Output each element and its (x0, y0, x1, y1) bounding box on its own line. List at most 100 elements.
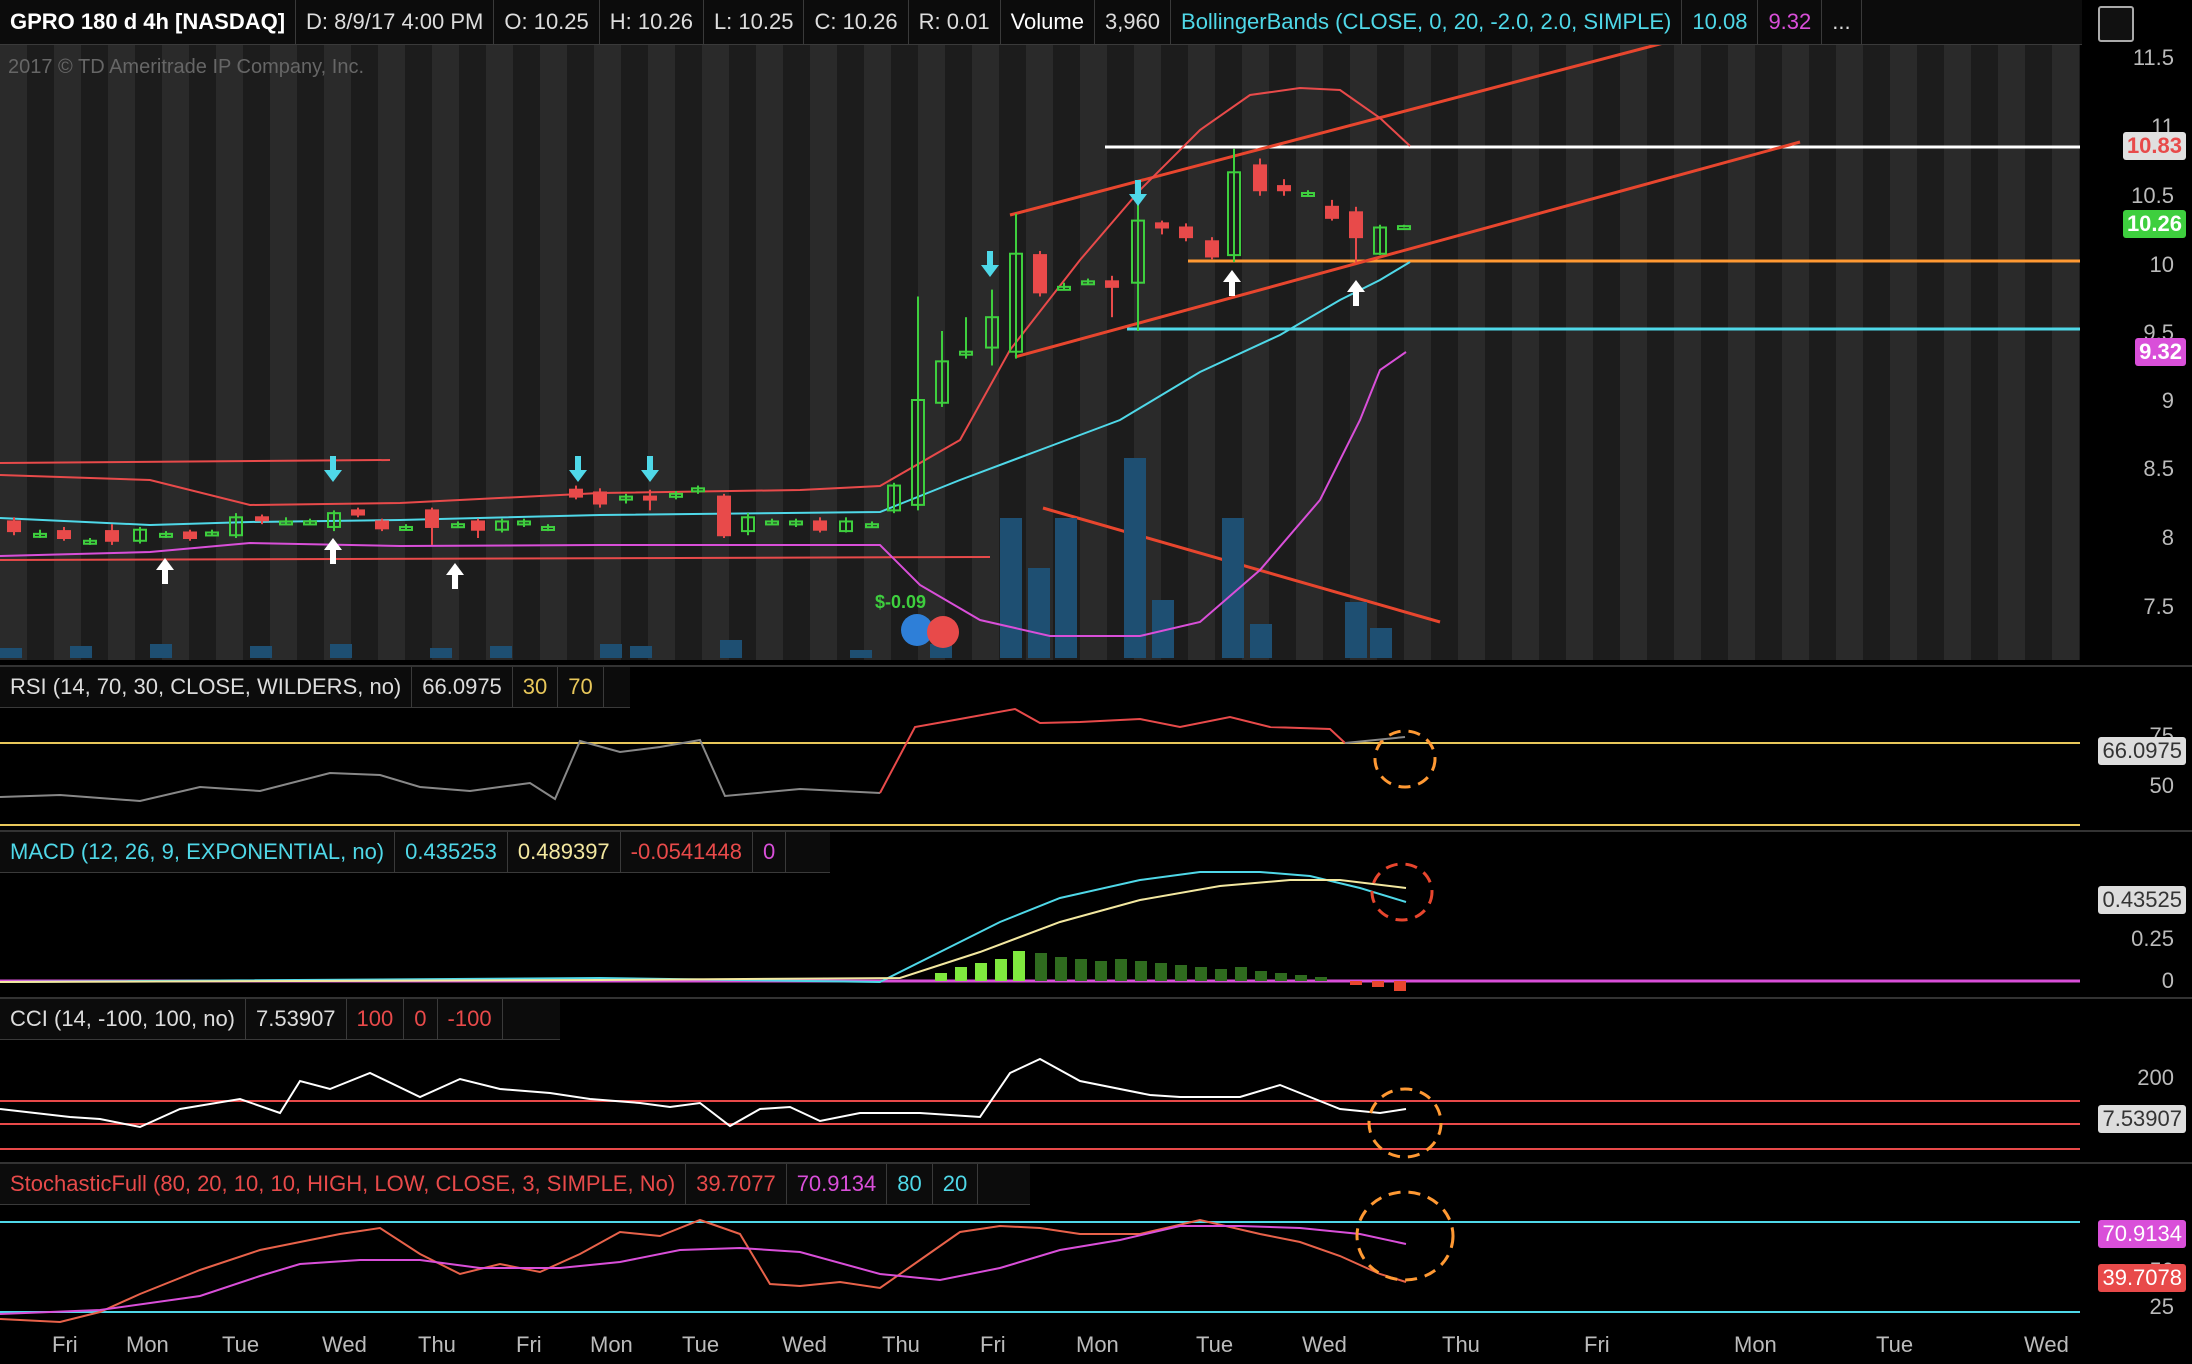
stochastic-k-tag: 39.7078 (2098, 1264, 2186, 1292)
candle-body (1253, 164, 1267, 192)
time-tick: Fri (52, 1332, 78, 1357)
macd-histogram-bar (1394, 981, 1406, 991)
low-label: L: 10.25 (704, 0, 805, 44)
close-label: C: 10.26 (804, 0, 909, 44)
session-stripe (1782, 44, 1809, 660)
time-tick: Thu (418, 1332, 456, 1357)
session-stripe (54, 44, 81, 660)
bollinger-label[interactable]: BollingerBands (CLOSE, 0, 20, -2.0, 2.0,… (1171, 0, 1683, 44)
dividend-icon (927, 616, 959, 648)
bollinger-upper-value: 10.08 (1682, 0, 1759, 44)
session-stripe (864, 44, 891, 660)
rsi-pane[interactable]: RSI (14, 70, 30, CLOSE, WILDERS, no) 66.… (0, 665, 2192, 827)
volume-bar (150, 644, 172, 658)
macd-histogram-bar (1115, 959, 1127, 981)
rsi-tick: 50 (2149, 773, 2174, 798)
volume-label[interactable]: Volume (1001, 0, 1095, 44)
candle-body (255, 516, 269, 522)
price-tick: 8 (2161, 525, 2174, 550)
symbol-title[interactable]: GPRO 180 d 4h [NASDAQ] (0, 0, 297, 44)
time-tick: Fri (516, 1332, 542, 1357)
macd-tick: 0 (2161, 968, 2174, 993)
session-stripe (1458, 44, 1485, 660)
cci-pane[interactable]: CCI (14, -100, 100, no) 7.53907 100 0 -1… (0, 997, 2192, 1159)
stochastic-tick: 25 (2149, 1294, 2174, 1319)
session-stripe (1998, 44, 2025, 660)
candle-body (1155, 222, 1169, 229)
session-stripe (918, 44, 945, 660)
time-tick: Fri (1584, 1332, 1610, 1357)
price-chart[interactable]: $-0.09 (0, 0, 2192, 660)
volume-bar (600, 644, 622, 658)
session-stripe (1836, 44, 1863, 660)
candle-body (57, 530, 71, 539)
session-stripe (972, 44, 999, 660)
time-tick: Wed (322, 1332, 367, 1357)
stochastic-axis: 50 25 70.9134 39.7078 (2082, 1164, 2192, 1330)
session-stripe (702, 44, 729, 660)
volume-bar (490, 646, 512, 658)
macd-histogram-bar (1075, 959, 1087, 981)
candle-body (425, 509, 439, 528)
cci-tick: 200 (2137, 1065, 2174, 1090)
macd-histogram-bar (1275, 973, 1287, 981)
price-tick: 10 (2149, 252, 2174, 277)
volume-bar (430, 648, 452, 658)
time-tick: Tue (222, 1332, 260, 1357)
more-studies[interactable]: ... (1822, 0, 1862, 44)
macd-histogram-bar (1350, 981, 1362, 985)
candle-body (569, 488, 583, 498)
price-axis[interactable]: 11.5 11 10.5 10 9.5 9 8.5 8 7.5 10.83 10… (2082, 0, 2192, 660)
session-stripe (540, 44, 567, 660)
session-stripe (0, 44, 27, 660)
candle-body (471, 520, 485, 531)
date-label: D: 8/9/17 4:00 PM (296, 0, 495, 44)
last-price-tag: 10.26 (2122, 210, 2186, 238)
macd-histogram-bar (1315, 977, 1327, 981)
macd-histogram-bar (1255, 971, 1267, 981)
session-stripe (1674, 44, 1701, 660)
macd-histogram-bar (1175, 965, 1187, 981)
session-stripe (1566, 44, 1593, 660)
session-stripe (1512, 44, 1539, 660)
time-tick: Mon (1076, 1332, 1119, 1357)
cci-tag: 7.53907 (2098, 1105, 2186, 1133)
rsi-tag: 66.0975 (2098, 737, 2186, 765)
volume-bar (1345, 602, 1367, 658)
time-tick: Wed (782, 1332, 827, 1357)
volume-bar (1370, 628, 1392, 658)
macd-tick: 0.25 (2131, 926, 2174, 951)
rsi-chart[interactable] (0, 667, 2080, 827)
stochastic-pane[interactable]: StochasticFull (80, 20, 10, 10, HIGH, LO… (0, 1162, 2192, 1330)
stochastic-chart[interactable] (0, 1164, 2080, 1330)
time-tick: Fri (980, 1332, 1006, 1357)
volume-bar (720, 640, 742, 658)
price-tick: 11.5 (2132, 45, 2174, 70)
session-stripe (2052, 44, 2079, 660)
session-stripe (324, 44, 351, 660)
time-tick: Wed (1302, 1332, 1347, 1357)
volume-bar (1028, 568, 1050, 658)
macd-histogram-bar (1055, 957, 1067, 981)
volume-bar (630, 646, 652, 658)
candle-body (375, 520, 389, 530)
volume-bar (850, 650, 872, 658)
price-tick: 7.5 (2143, 594, 2174, 619)
volume-bar (0, 648, 22, 658)
cci-chart[interactable] (0, 999, 2080, 1159)
session-stripe (216, 44, 243, 660)
session-stripe (648, 44, 675, 660)
copyright-text: 2017 © TD Ameritrade IP Company, Inc. (8, 56, 365, 78)
macd-chart[interactable] (0, 832, 2080, 994)
drawing-tool-icon[interactable] (2098, 6, 2134, 42)
macd-histogram-bar (1372, 981, 1384, 987)
session-stripe (1890, 44, 1917, 660)
candle-body (1349, 211, 1363, 239)
time-tick: Mon (590, 1332, 633, 1357)
earnings-label: $-0.09 (875, 592, 926, 612)
volume-bar (330, 644, 352, 658)
price-pane[interactable]: $-0.09 2017 © TD Ameritrade IP Company, … (0, 0, 2192, 660)
macd-pane[interactable]: MACD (12, 26, 9, EXPONENTIAL, no) 0.4352… (0, 830, 2192, 994)
stochastic-d-tag: 70.9134 (2098, 1220, 2186, 1248)
candle-body (813, 520, 827, 531)
